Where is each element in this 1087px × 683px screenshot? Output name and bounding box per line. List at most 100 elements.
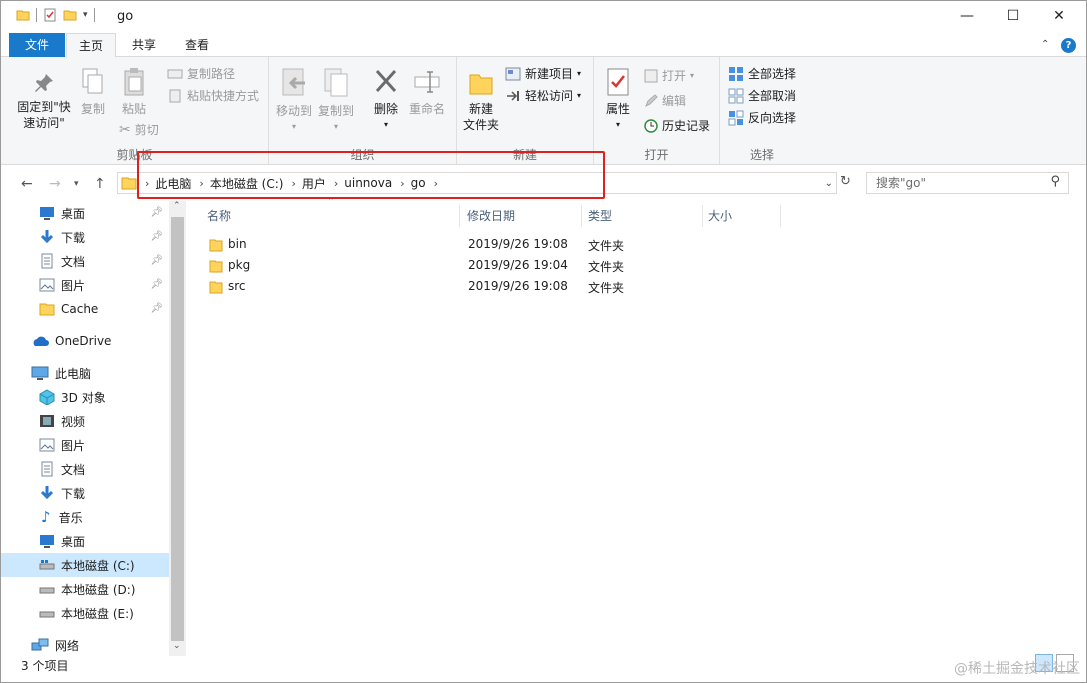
close-button[interactable]: ✕ (1036, 1, 1082, 31)
network-icon (31, 638, 49, 651)
address-dropdown-icon[interactable]: ⌄ (825, 178, 833, 189)
properties-button[interactable]: 属性 ▾ (600, 67, 636, 133)
pin-icon[interactable]: 📌︎ (150, 207, 163, 218)
refresh-icon[interactable]: ↻ (840, 174, 851, 189)
easy-access-label: 轻松访问 (525, 89, 574, 103)
history-icon (644, 118, 658, 133)
delete-dropdown-icon: ▾ (383, 120, 388, 129)
properties-icon[interactable] (43, 8, 57, 22)
sidebar-item-this-pc[interactable]: 此电脑 (1, 361, 169, 385)
delete-button[interactable]: 删除 ▾ (369, 67, 403, 133)
new-folder-icon (469, 74, 493, 95)
collapse-ribbon-icon[interactable]: ⌃ (1041, 39, 1049, 50)
paste-button[interactable]: 粘贴 (117, 67, 151, 117)
rename-button[interactable]: 重命名 (407, 67, 447, 117)
invert-selection-button[interactable]: 反向选择 (728, 109, 796, 126)
column-header-type[interactable]: 类型 (580, 207, 700, 231)
pin-icon[interactable]: 📌︎ (150, 279, 163, 290)
sidebar-item-network[interactable]: 网络 (1, 633, 169, 657)
dropdown-arrow-icon: ▾ (577, 69, 582, 78)
maximize-button[interactable]: ☐ (990, 1, 1036, 31)
scissors-icon: ✂ (119, 121, 131, 138)
pin-quick-access-button[interactable]: 固定到"快 速访问" (11, 71, 77, 131)
highlight-box (137, 151, 605, 199)
new-folder-icon[interactable] (63, 8, 77, 22)
open-button[interactable]: 打开 ▾ (644, 67, 694, 84)
sidebar-item-local-disk-d[interactable]: 本地磁盘 (D:) (1, 577, 169, 601)
table-row[interactable]: pkg 2019/9/26 19:04 文件夹 (197, 256, 817, 276)
select-none-label: 全部取消 (748, 89, 797, 103)
scroll-down-icon[interactable]: ⌄ (173, 641, 181, 651)
move-to-button[interactable]: 移动到 ▾ (275, 67, 313, 135)
file-modified: 2019/9/26 19:08 (468, 279, 568, 293)
sidebar-item-music[interactable]: ♪ 音乐 (1, 505, 169, 529)
sidebar-item-onedrive[interactable]: OneDrive (1, 329, 169, 353)
file-modified: 2019/9/26 19:08 (468, 237, 568, 251)
sidebar-item-cache-pinned[interactable]: Cache 📌︎ (1, 297, 169, 321)
paste-shortcut-button[interactable]: 粘贴快捷方式 (167, 87, 259, 104)
pin-icon[interactable]: 📌︎ (150, 255, 163, 266)
search-input[interactable]: 搜索"go" ⚲ (866, 172, 1069, 194)
scrollbar-thumb[interactable] (171, 217, 184, 641)
minimize-button[interactable]: — (944, 1, 990, 31)
copy-to-button[interactable]: 复制到 ▾ (317, 67, 355, 135)
sidebar-scrollbar[interactable]: ⌃ ⌄ (169, 201, 186, 656)
sidebar-item-label: 本地磁盘 (E:) (61, 606, 134, 621)
tab-share[interactable]: 共享 (121, 33, 167, 57)
sidebar-item-documents-pinned[interactable]: 文档 📌︎ (1, 249, 169, 273)
sidebar-item-desktop-pinned[interactable]: 桌面 📌︎ (1, 201, 169, 225)
table-row[interactable]: src 2019/9/26 19:08 文件夹 (197, 277, 817, 297)
paste-label: 粘贴 (121, 102, 146, 116)
easy-access-button[interactable]: 轻松访问 ▾ (505, 87, 581, 104)
back-arrow-icon[interactable]: ← (21, 176, 33, 192)
sidebar-item-desktop[interactable]: 桌面 (1, 529, 169, 553)
paste-icon (124, 68, 144, 96)
copy-to-dropdown-icon: ▾ (333, 122, 338, 131)
group-open: 属性 ▾ 打开 ▾ 编辑 历史记录 打开 (594, 57, 720, 165)
column-header-name[interactable]: 名称 (199, 207, 465, 231)
sidebar-item-pictures[interactable]: 图片 (1, 433, 169, 457)
column-header-size[interactable]: 大小 (700, 207, 780, 231)
sidebar-item-local-disk-c[interactable]: 本地磁盘 (C:) (1, 553, 169, 577)
sidebar-item-local-disk-e[interactable]: 本地磁盘 (E:) (1, 601, 169, 625)
select-none-button[interactable]: 全部取消 (728, 87, 796, 104)
sidebar-item-downloads-pinned[interactable]: 下载 📌︎ (1, 225, 169, 249)
copy-button[interactable]: 复制 (77, 67, 109, 117)
ribbon-tabs: 文件 主页 共享 查看 ⌃ ? (1, 33, 1086, 58)
pin-icon[interactable]: 📌︎ (150, 303, 163, 314)
forward-arrow-icon[interactable]: → (49, 176, 61, 192)
recent-locations-icon[interactable]: ▾ (74, 179, 79, 189)
paste-shortcut-label: 粘贴快捷方式 (187, 89, 260, 103)
pin-icon[interactable]: 📌︎ (150, 231, 163, 242)
cloud-icon (33, 336, 49, 346)
history-button[interactable]: 历史记录 (644, 117, 710, 134)
window-title: go (117, 9, 134, 24)
sidebar-item-3d-objects[interactable]: 3D 对象 (1, 385, 169, 409)
tab-file[interactable]: 文件 (9, 33, 65, 57)
customize-toolbar-icon[interactable]: ▾ (83, 10, 88, 20)
sidebar-item-pictures-pinned[interactable]: 图片 📌︎ (1, 273, 169, 297)
sidebar-item-downloads[interactable]: 下载 (1, 481, 169, 505)
group-organize: 移动到 ▾ 复制到 ▾ 删除 ▾ 重命名 组织 (269, 57, 457, 165)
new-item-button[interactable]: 新建项目 ▾ (505, 65, 581, 82)
maximize-icon: ☐ (1006, 8, 1020, 24)
sidebar-item-documents[interactable]: 文档 (1, 457, 169, 481)
cut-label: 剪切 (134, 123, 159, 137)
select-all-button[interactable]: 全部选择 (728, 65, 796, 82)
download-icon (40, 486, 54, 500)
sidebar-item-videos[interactable]: 视频 (1, 409, 169, 433)
column-header-modified[interactable]: 修改日期 (459, 207, 579, 231)
copy-path-button[interactable]: 复制路径 (167, 65, 235, 82)
help-icon[interactable]: ? (1061, 38, 1076, 53)
scroll-up-icon[interactable]: ⌃ (173, 201, 181, 211)
tab-home[interactable]: 主页 (66, 33, 116, 58)
group-label-open: 打开 (644, 148, 669, 162)
new-folder-button[interactable]: 新建 文件夹 (461, 69, 501, 133)
download-icon (40, 230, 54, 244)
up-arrow-icon[interactable]: ↑ (94, 176, 106, 192)
edit-button[interactable]: 编辑 (644, 92, 686, 109)
cut-button[interactable]: ✂ 剪切 (119, 121, 159, 138)
tab-view[interactable]: 查看 (174, 33, 220, 57)
table-row[interactable]: bin 2019/9/26 19:08 文件夹 (197, 235, 817, 255)
pin-icon (35, 74, 53, 92)
